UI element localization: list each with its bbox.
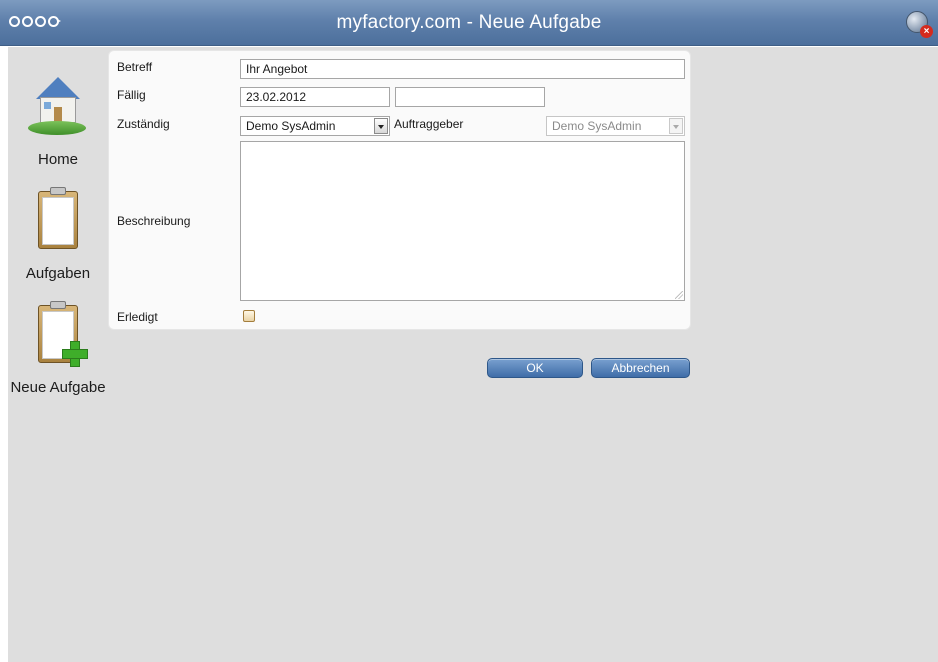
auftraggeber-value: Demo SysAdmin (552, 119, 642, 133)
window-title: myfactory.com - Neue Aufgabe (336, 12, 602, 33)
cancel-button[interactable]: Abbrechen (591, 358, 690, 378)
close-badge: × (920, 25, 933, 38)
sidebar-item-label: Aufgaben (25, 265, 91, 282)
betreff-label: Betreff (117, 60, 153, 74)
task-form: Betreff Fällig Zuständig Demo SysAdmin A… (108, 50, 691, 330)
sidebar-item-home[interactable]: Home (8, 71, 108, 169)
sidebar-item-label: Home (37, 151, 78, 168)
erledigt-label: Erledigt (117, 310, 158, 324)
zustaendig-label: Zuständig (117, 117, 170, 131)
betreff-input[interactable] (240, 59, 685, 79)
sidebar-item-neue-aufgabe[interactable]: Neue Aufgabe (8, 299, 108, 397)
auftraggeber-select: Demo SysAdmin (546, 116, 685, 136)
zustaendig-select[interactable]: Demo SysAdmin (240, 116, 390, 136)
sidebar-item-aufgaben[interactable]: Aufgaben (8, 185, 108, 283)
beschreibung-textarea[interactable] (240, 141, 685, 301)
main-area: Home Aufgaben Neue Aufgabe Betreff Fälli… (8, 47, 938, 662)
erledigt-checkbox[interactable] (243, 310, 255, 322)
due-date-input[interactable] (240, 87, 390, 107)
chevron-down-icon (669, 118, 683, 134)
close-globe-icon[interactable]: × (906, 11, 933, 38)
title-bar: myfactory.com - Neue Aufgabe × (0, 0, 938, 46)
due-time-input[interactable] (395, 87, 545, 107)
beschreibung-label: Beschreibung (117, 214, 191, 228)
sidebar: Home Aufgaben Neue Aufgabe (8, 47, 108, 662)
chevron-down-icon[interactable] (374, 118, 388, 134)
faellig-label: Fällig (117, 88, 146, 102)
house-icon (28, 71, 88, 151)
clipboard-add-icon (28, 299, 88, 379)
zustaendig-value: Demo SysAdmin (246, 119, 336, 133)
sidebar-item-label: Neue Aufgabe (10, 379, 106, 396)
resize-grip-icon[interactable] (675, 291, 683, 299)
ok-button[interactable]: OK (487, 358, 583, 378)
auftraggeber-label: Auftraggeber (394, 117, 464, 131)
clipboard-icon (28, 185, 88, 265)
